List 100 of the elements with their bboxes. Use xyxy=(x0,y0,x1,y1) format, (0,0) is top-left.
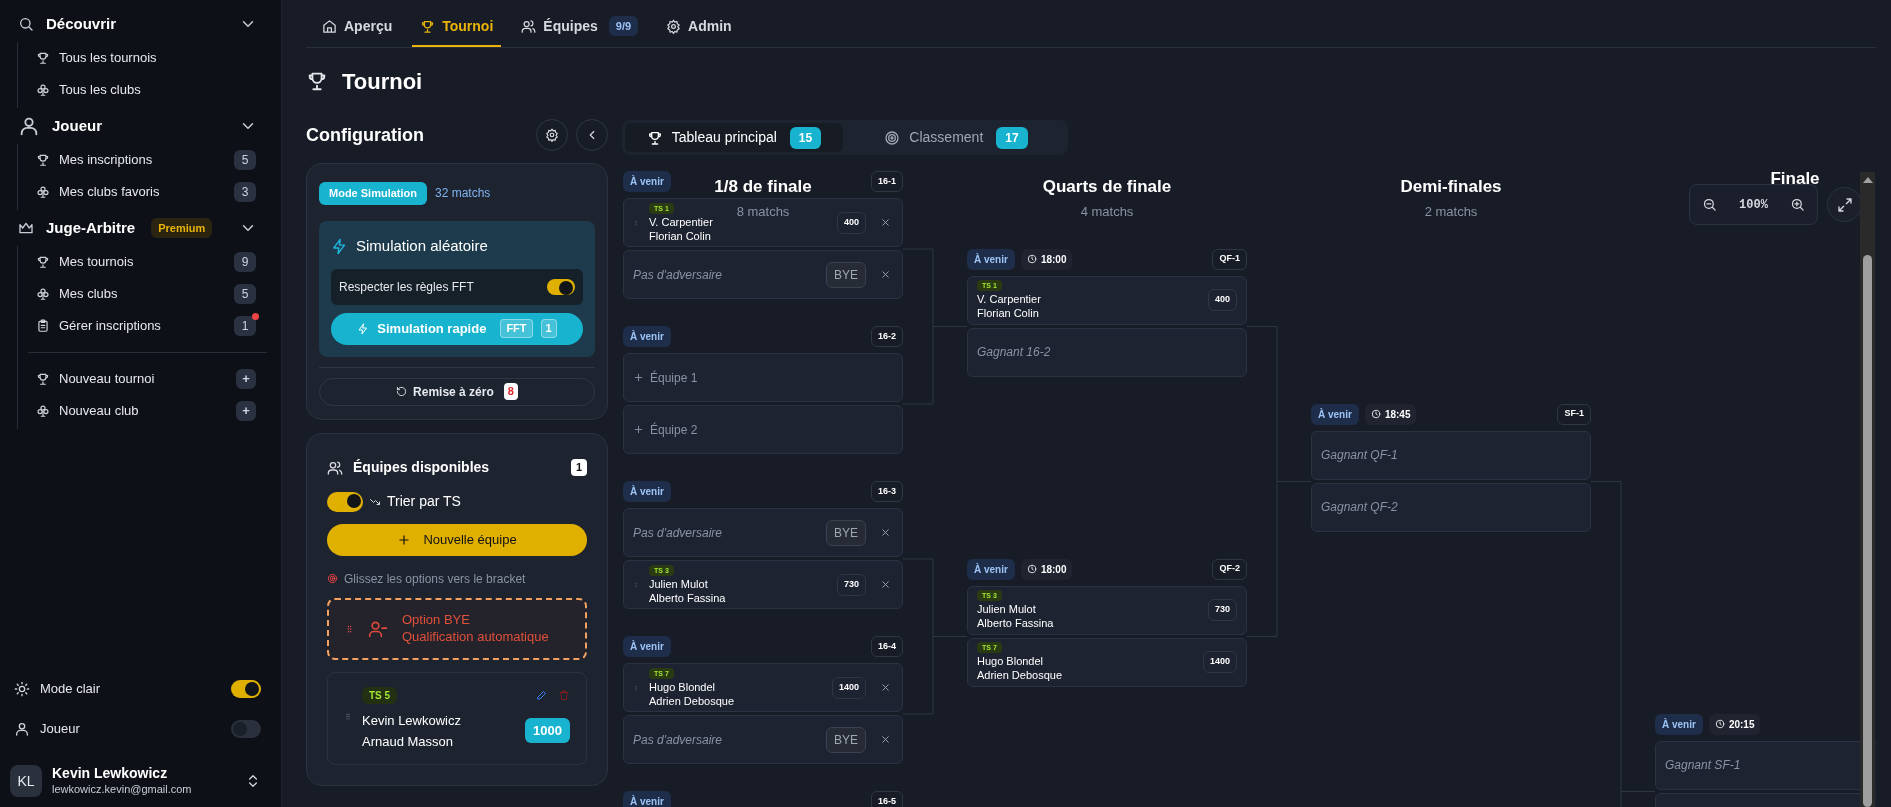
zoom-in-button[interactable] xyxy=(1790,197,1805,212)
fullscreen-button[interactable] xyxy=(1827,187,1862,222)
player-name: Hugo Blondel xyxy=(977,654,1045,668)
scrollbar[interactable] xyxy=(1860,172,1875,807)
bye-badge: BYE xyxy=(826,261,866,288)
sidebar-item[interactable]: Nouveau club xyxy=(59,401,227,421)
sidebar-item[interactable]: Tous les tournois xyxy=(28,42,271,74)
remove-button[interactable] xyxy=(880,217,891,228)
zoom-in-icon xyxy=(1790,197,1805,212)
user-name: Kevin Lewkowicz xyxy=(52,765,169,783)
target-icon xyxy=(884,129,901,146)
add-button[interactable]: + xyxy=(236,401,256,421)
sidebar-item[interactable]: Mes clubs favoris 3 xyxy=(28,176,271,208)
remove-button[interactable] xyxy=(880,527,891,538)
edit-button[interactable] xyxy=(536,689,548,701)
count-badge: 1 xyxy=(540,319,557,338)
sidebar-item[interactable]: Mes clubs 5 xyxy=(28,278,271,310)
section-header[interactable]: Joueur xyxy=(10,108,271,144)
count-badge: 8 xyxy=(503,383,518,400)
club-suit-icon xyxy=(36,287,50,301)
premium-badge: Premium xyxy=(151,217,213,239)
club-suit-icon xyxy=(36,83,50,97)
users-icon xyxy=(327,459,343,476)
reset-icon xyxy=(396,386,408,397)
section-header[interactable]: Juge-Arbitre Premium xyxy=(10,210,271,246)
section-header[interactable]: Découvrir xyxy=(10,6,271,42)
player-name: Florian Colin xyxy=(649,228,712,243)
lightning-icon xyxy=(331,238,348,255)
close-icon xyxy=(880,527,891,538)
nav-tab[interactable]: Admin xyxy=(658,7,740,47)
team-slot[interactable]: Équipe 2 xyxy=(623,405,903,454)
match-code: 16-2 xyxy=(871,326,903,347)
count-badge: 9 xyxy=(234,252,256,272)
close-icon xyxy=(880,682,891,693)
match-code: 16-5 xyxy=(871,791,903,807)
round-subtitle: 4 matchs xyxy=(1080,202,1134,221)
bracket-tab[interactable]: Classement 17 xyxy=(847,123,1065,152)
bracket-tab[interactable]: Tableau principal 15 xyxy=(625,123,843,152)
player-name: Alberto Fassina xyxy=(977,616,1055,630)
clock-icon xyxy=(1714,719,1725,729)
round-subtitle: 8 matchs xyxy=(736,202,790,221)
nav-tab[interactable]: Tournoi xyxy=(412,7,502,47)
zoom-out-button[interactable] xyxy=(1702,197,1717,212)
toggle-switch[interactable] xyxy=(231,720,261,738)
sidebar-item[interactable]: Mes inscriptions 5 xyxy=(28,144,271,176)
points-badge: 400 xyxy=(1207,289,1237,311)
toggle-switch[interactable] xyxy=(231,680,261,698)
player-name: Julien Mulot xyxy=(977,602,1037,616)
plus-icon xyxy=(633,424,644,435)
settings-icon xyxy=(666,18,682,34)
sidebar-item[interactable]: Nouveau tournoi xyxy=(59,369,227,389)
user-icon xyxy=(18,115,40,137)
status-badge: À venir xyxy=(623,791,671,807)
bye-option-card[interactable]: Option BYE Qualification automatique xyxy=(327,597,587,660)
remove-button[interactable] xyxy=(880,579,891,590)
plus-icon xyxy=(397,532,412,547)
toggle-switch[interactable] xyxy=(327,491,363,512)
rule-label: Respecter les règles FFT xyxy=(339,278,474,296)
status-badge: À venir xyxy=(967,558,1015,580)
team-slot[interactable]: Équipe 1 xyxy=(623,353,903,402)
nav-tab[interactable]: Équipes 9/9 xyxy=(513,7,647,47)
clock-icon xyxy=(1026,564,1037,574)
remove-button[interactable] xyxy=(880,682,891,693)
trophy-icon xyxy=(420,18,436,34)
seed-badge: TS 5 xyxy=(362,686,398,704)
match-code: QF-1 xyxy=(1212,248,1247,270)
trophy-icon xyxy=(306,70,328,92)
round-title: 1/8 de finale xyxy=(714,176,812,198)
count-badge: 1 xyxy=(234,316,256,336)
add-button[interactable]: + xyxy=(236,369,256,389)
player-name: Julien Mulot xyxy=(649,576,709,591)
clipboard-icon xyxy=(36,319,50,333)
sidebar-item[interactable]: Gérer inscriptions 1 xyxy=(28,310,271,342)
round-title: Demi-finales xyxy=(1400,176,1502,198)
remove-button[interactable] xyxy=(880,734,891,745)
team-card[interactable]: TS 5 Kevin Lewkowicz Arnaud Masson 1000 xyxy=(327,671,587,765)
match-code: SF-1 xyxy=(1557,403,1591,425)
player-name: Adrien Debosque xyxy=(649,693,735,708)
sun-icon xyxy=(14,681,30,697)
player-name: Kevin Lewkowicz xyxy=(362,711,462,730)
clock-icon xyxy=(1370,409,1381,419)
sidebar-item[interactable]: Mes tournois 9 xyxy=(28,246,271,278)
round-title: Quarts de finale xyxy=(1042,176,1172,198)
remove-button[interactable] xyxy=(880,269,891,280)
trophy-icon xyxy=(36,372,50,386)
user-icon xyxy=(14,721,30,737)
new-team-button[interactable]: Nouvelle équipe xyxy=(327,523,587,556)
nav-tab[interactable]: Aperçu xyxy=(314,7,401,47)
count-badge: 9/9 xyxy=(608,15,639,37)
toggle-switch[interactable] xyxy=(547,278,575,295)
sidebar-item[interactable]: Tous les clubs xyxy=(28,74,271,106)
status-badge: À venir xyxy=(1655,713,1703,735)
player-name: V. Carpentier xyxy=(649,214,714,229)
player-name: Arnaud Masson xyxy=(362,732,455,751)
delete-icon xyxy=(558,689,570,701)
slot-label: Pas d'adversaire xyxy=(633,524,723,542)
plus-icon xyxy=(633,372,644,383)
slot-label: Gagnant 16-2 xyxy=(977,344,1052,361)
panel-title: Configuration xyxy=(306,123,425,147)
status-badge: À venir xyxy=(623,171,671,192)
